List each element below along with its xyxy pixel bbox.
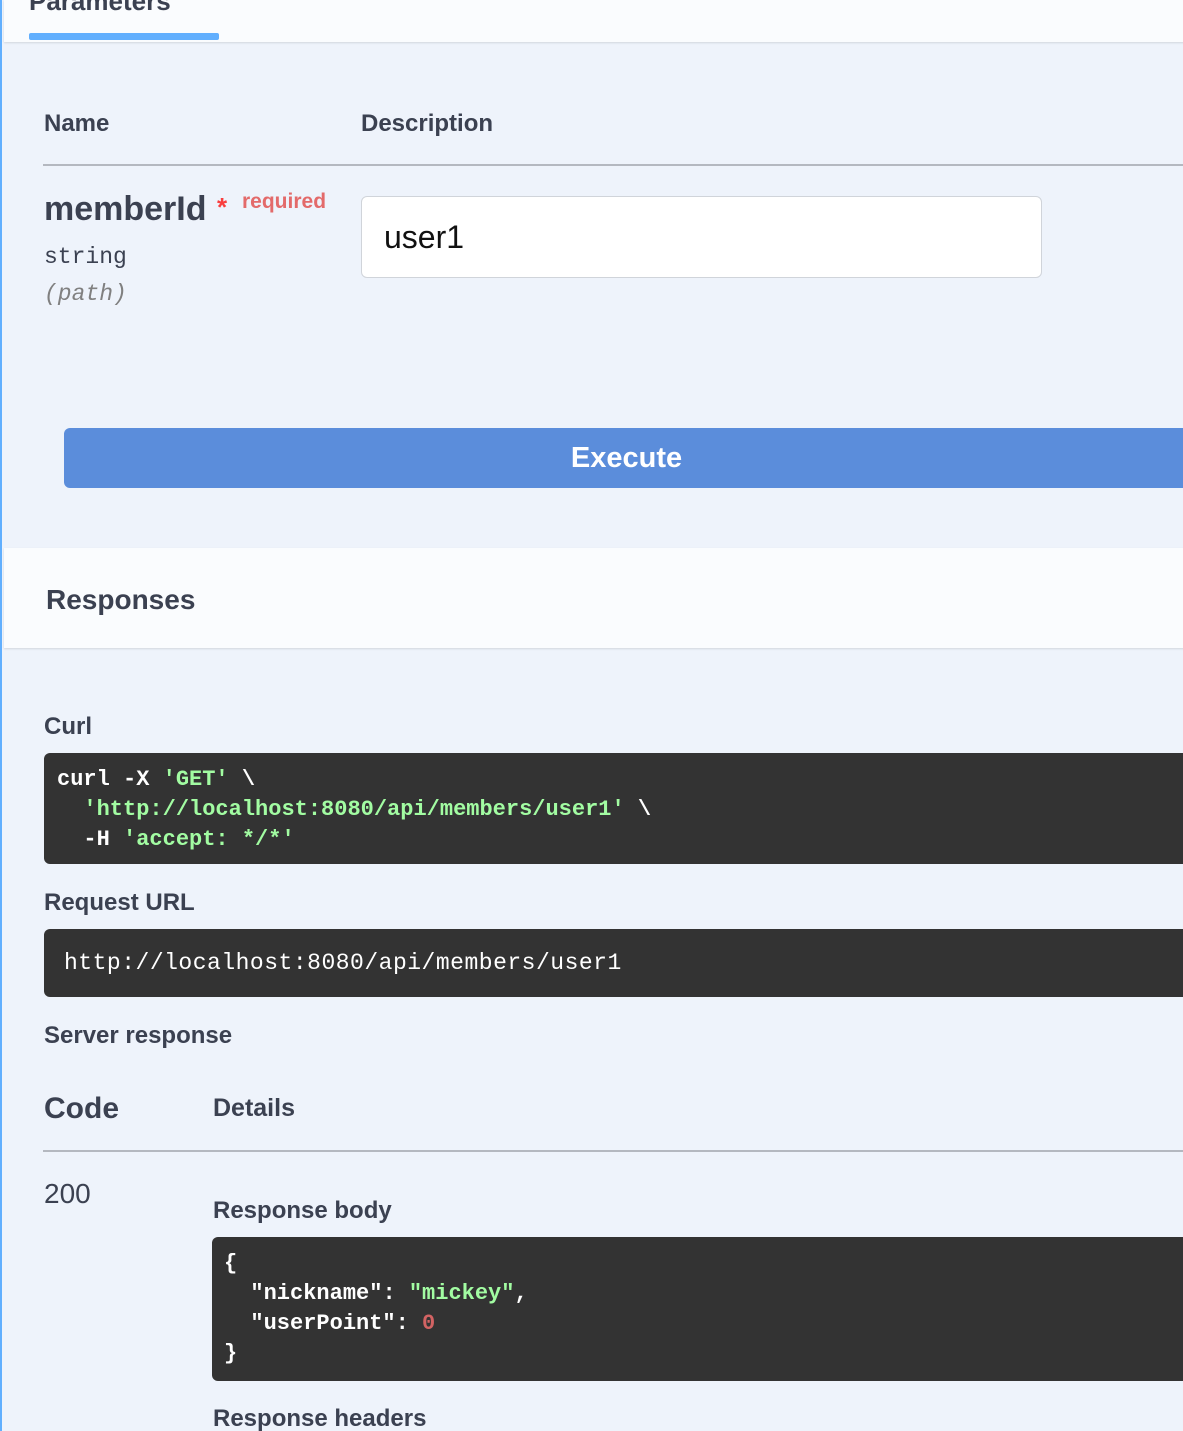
curl-line1-tail: \ — [228, 767, 256, 792]
execute-button[interactable]: Execute — [64, 428, 1183, 488]
column-header-code: Code — [44, 1092, 119, 1125]
responses-header: Responses — [4, 548, 1183, 648]
column-header-name: Name — [44, 110, 110, 137]
tab-active-indicator — [29, 33, 219, 40]
server-response-label: Server response — [44, 1022, 233, 1049]
json-key-userpoint: "userPoint" — [250, 1311, 396, 1336]
request-url-block[interactable]: http://localhost:8080/api/members/user1 — [44, 929, 1183, 997]
json-value-userpoint: 0 — [422, 1311, 436, 1336]
curl-line2-tail: \ — [624, 797, 652, 822]
required-label: required — [242, 190, 327, 213]
parameters-header: Parameters — [4, 0, 1183, 42]
column-header-description: Description — [361, 110, 494, 137]
parameters-divider — [43, 164, 1183, 166]
required-star: * — [217, 192, 228, 222]
curl-label: Curl — [44, 713, 92, 740]
tab-parameters[interactable]: Parameters — [29, 0, 171, 17]
json-value-nickname: "mickey" — [408, 1281, 515, 1306]
curl-line1-method: 'GET' — [162, 767, 229, 792]
response-body-block[interactable]: { "nickname": "mickey", "userPoint": 0 } — [212, 1237, 1183, 1381]
request-url-label: Request URL — [44, 889, 195, 916]
response-headers-label: Response headers — [213, 1405, 427, 1431]
curl-line2-url: 'http://localhost:8080/api/members/user1… — [83, 797, 625, 822]
json-close-brace: } — [224, 1341, 238, 1366]
curl-line3-header: 'accept: */*' — [123, 827, 295, 852]
param-location: (path) — [44, 281, 127, 307]
member-id-input[interactable] — [361, 196, 1042, 278]
status-code: 200 — [44, 1178, 91, 1209]
json-key-nickname: "nickname" — [250, 1281, 383, 1306]
responses-title: Responses — [46, 584, 196, 615]
param-type: string — [44, 244, 127, 270]
curl-line3-flag: -H — [83, 827, 124, 852]
response-body-label: Response body — [213, 1197, 392, 1224]
curl-line1-cmd: curl -X — [57, 767, 163, 792]
response-divider — [43, 1150, 1183, 1152]
json-open-brace: { — [224, 1251, 238, 1276]
param-name: memberId — [44, 190, 207, 228]
operation-panel: Parameters Name Description memberId * r… — [0, 0, 1183, 1431]
curl-code-block[interactable]: curl -X 'GET' \ 'http://localhost:8080/a… — [44, 753, 1183, 864]
column-header-details: Details — [213, 1094, 295, 1122]
